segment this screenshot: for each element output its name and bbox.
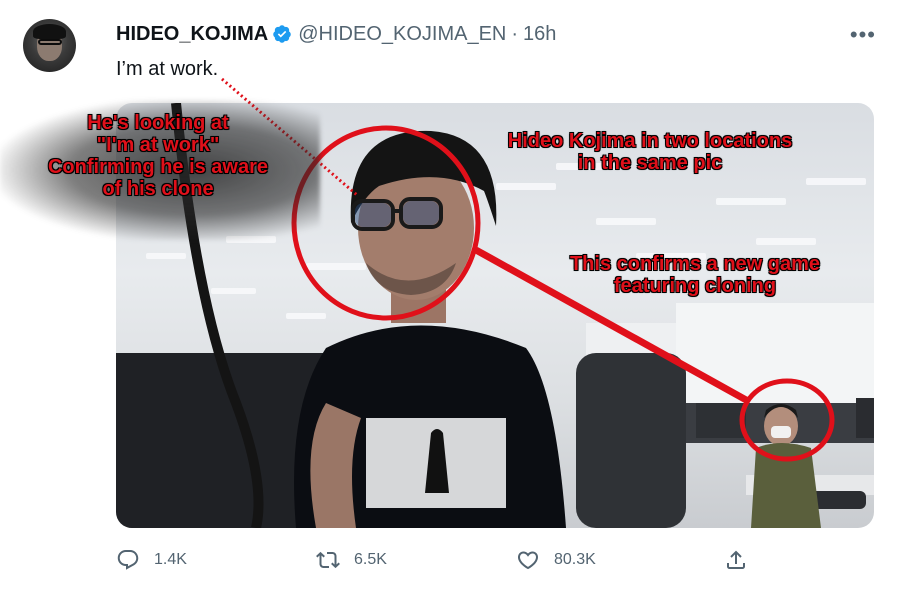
annotation-dotted-line [221,77,358,197]
like-count: 80.3K [554,551,596,568]
like-icon [517,551,539,570]
retweet-button[interactable]: 6.5K [316,548,387,572]
like-button[interactable]: 80.3K [516,548,596,572]
annotation-new-game: This confirms a new game featuring cloni… [569,253,821,297]
reply-icon [117,550,139,570]
retweet-icon [316,551,340,569]
reply-count: 1.4K [154,551,187,568]
share-icon [727,550,745,569]
annotation-looking: He's looking at "I'm at work" Confirming… [47,112,269,200]
share-button[interactable] [724,548,762,572]
tweet-actions: 1.4K 6.5K 80.3K [0,548,898,584]
retweet-count: 6.5K [354,551,387,568]
annotation-two-locations: Hideo Kojima in two locations in the sam… [507,130,793,174]
reply-button[interactable]: 1.4K [116,548,187,572]
